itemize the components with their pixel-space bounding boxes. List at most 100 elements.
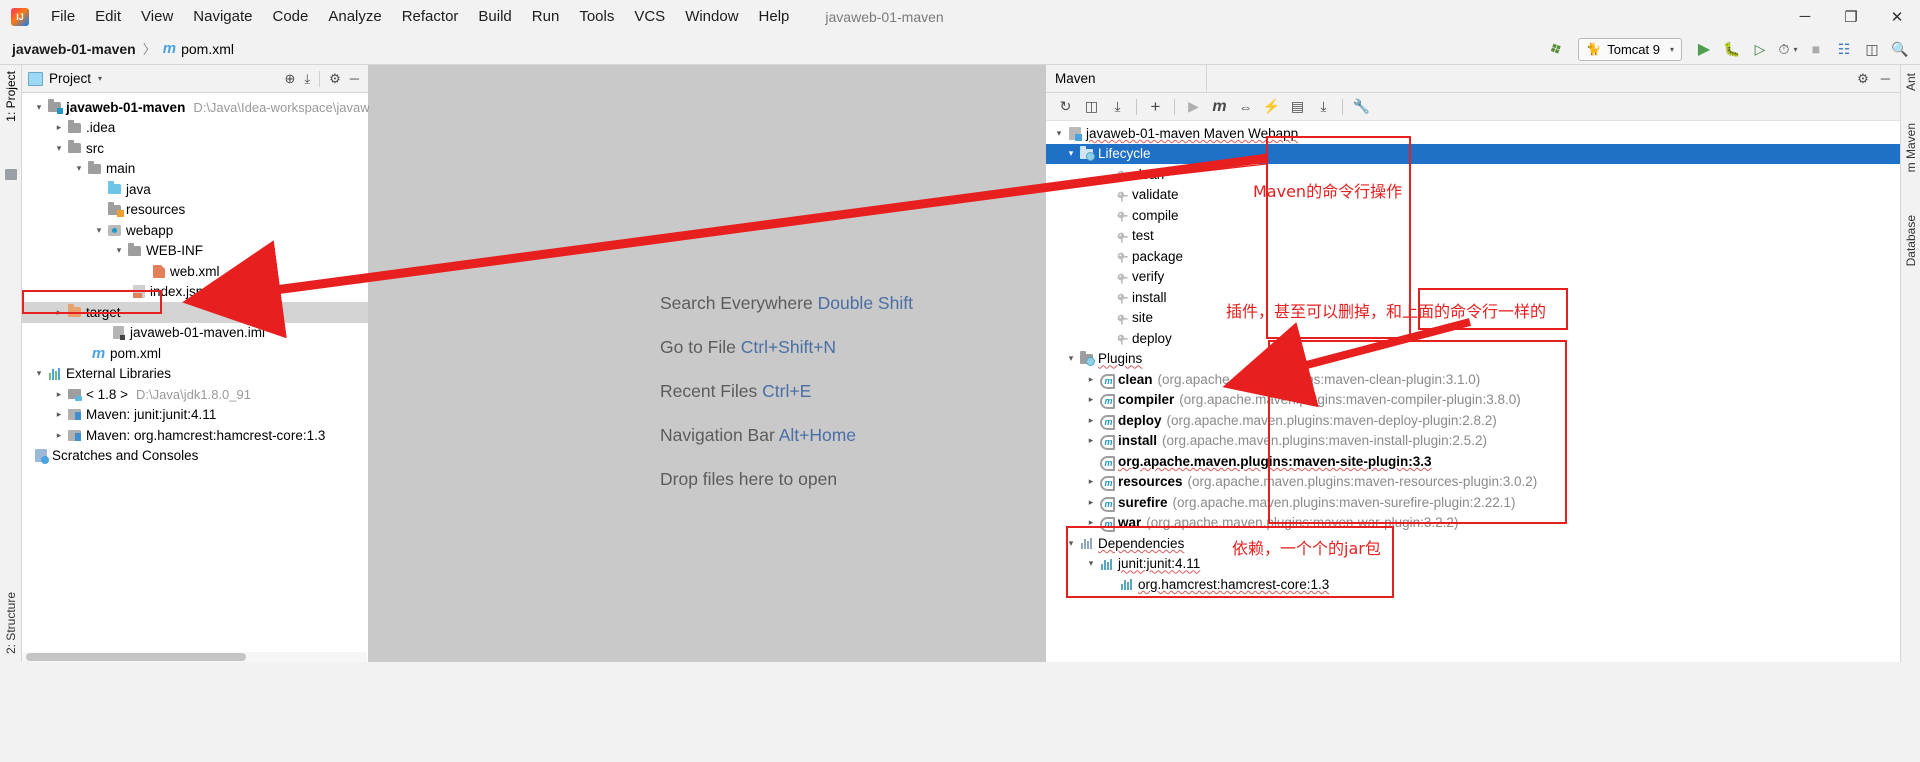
show-dependencies-icon[interactable]: ▤ [1286, 95, 1309, 118]
tree-row-web-inf[interactable]: WEB-INF [22, 241, 368, 262]
maven-plugin-compiler[interactable]: compiler (org.apache.maven.plugins:maven… [1046, 390, 1900, 411]
maven-goal-compile[interactable]: compile [1046, 205, 1900, 226]
chevron-icon[interactable] [52, 122, 66, 133]
tree-row-javaweb-01-maven[interactable]: javaweb-01-maven D:\Java\Idea-workspace\… [22, 97, 370, 118]
tree-row-target[interactable]: target [22, 302, 368, 323]
tree-row-main[interactable]: main [22, 159, 368, 180]
chevron-icon[interactable] [1084, 374, 1098, 385]
tool-tab-maven[interactable]: m Maven [1904, 123, 1918, 172]
chevron-icon[interactable] [1084, 476, 1098, 487]
maven-row-root[interactable]: javaweb-01-maven Maven Webapp [1046, 123, 1900, 144]
collapse-all-icon[interactable]: ⤓ [304, 71, 310, 87]
maven-plugin-clean[interactable]: clean (org.apache.maven.plugins:maven-cl… [1046, 369, 1900, 390]
chevron-icon[interactable] [52, 143, 66, 154]
menu-tools[interactable]: Tools [569, 5, 624, 28]
tool-tab-database[interactable]: Database [1904, 215, 1918, 266]
tree-row-pom-xml[interactable]: m pom.xml [22, 343, 368, 364]
run-with-coverage-icon[interactable]: ▷ [1748, 37, 1772, 61]
stop-icon[interactable]: ■ [1804, 37, 1828, 61]
tree-row-idea[interactable]: .idea [22, 118, 368, 139]
maven-goal-package[interactable]: package [1046, 246, 1900, 267]
chevron-icon[interactable] [1084, 394, 1098, 405]
minimize-button[interactable]: ─ [1782, 0, 1828, 33]
generate-sources-icon[interactable]: ◫ [1080, 95, 1103, 118]
chevron-icon[interactable] [52, 389, 66, 400]
tree-row-java[interactable]: java [22, 179, 368, 200]
chevron-icon[interactable] [52, 307, 66, 318]
menu-run[interactable]: Run [522, 5, 570, 28]
debug-icon[interactable]: 🐛 [1720, 37, 1744, 61]
chevron-icon[interactable] [52, 409, 66, 420]
tree-row-webapp[interactable]: webapp [22, 220, 368, 241]
tree-row-jdk[interactable]: < 1.8 > D:\Java\jdk1.8.0_91 [22, 384, 368, 405]
menu-code[interactable]: Code [262, 5, 318, 28]
execute-maven-goal-icon[interactable]: m [1208, 95, 1231, 118]
tree-row-maven-junit[interactable]: Maven: junit:junit:4.11 [22, 405, 368, 426]
add-maven-project-icon[interactable]: + [1144, 95, 1167, 118]
run-goal-icon[interactable]: ▶ [1182, 95, 1205, 118]
hide-panel-icon[interactable]: ─ [350, 71, 359, 86]
reimport-icon[interactable]: ↻ [1054, 95, 1077, 118]
tree-row-index-jsp[interactable]: index.jsp [22, 282, 368, 303]
tree-row-iml[interactable]: javaweb-01-maven.iml [22, 323, 368, 344]
chevron-icon[interactable] [1064, 353, 1078, 364]
menu-help[interactable]: Help [749, 5, 800, 28]
chevron-icon[interactable] [1084, 415, 1098, 426]
menu-build[interactable]: Build [468, 5, 521, 28]
maximize-button[interactable]: ❐ [1828, 0, 1874, 33]
collapse-all-icon[interactable]: ⤓ [1312, 95, 1335, 118]
settings-gear-icon[interactable]: ⚙ [319, 70, 341, 87]
locate-target-icon[interactable]: ⊕ [284, 71, 295, 87]
tree-row-src[interactable]: src [22, 138, 368, 159]
run-configuration-selector[interactable]: 🐈 Tomcat 9 ▾ [1578, 37, 1682, 61]
maven-dependency-hamcrest[interactable]: org.hamcrest:hamcrest-core:1.3 [1046, 574, 1900, 595]
download-sources-icon[interactable]: ⤓ [1106, 95, 1129, 118]
chevron-icon[interactable] [1064, 538, 1078, 549]
maven-row-dependencies[interactable]: Dependencies [1046, 533, 1900, 554]
chevron-icon[interactable] [1084, 497, 1098, 508]
chevron-icon[interactable] [1084, 517, 1098, 528]
maven-row-plugins[interactable]: Plugins [1046, 349, 1900, 370]
chevron-icon[interactable] [112, 245, 126, 256]
toggle-offline-icon[interactable]: ⚡ [1260, 95, 1283, 118]
tree-row-resources[interactable]: resources [22, 200, 368, 221]
maven-settings-icon[interactable]: 🔧 [1350, 95, 1373, 118]
chevron-icon[interactable] [92, 225, 106, 236]
chevron-icon[interactable] [52, 430, 66, 441]
tree-row-scratches[interactable]: Scratches and Consoles [22, 446, 368, 467]
breadcrumb-project[interactable]: javaweb-01-maven [12, 41, 136, 57]
chevron-icon[interactable] [1084, 558, 1098, 569]
maven-row-lifecycle[interactable]: Lifecycle [1046, 143, 1900, 164]
maven-goal-validate[interactable]: validate [1046, 185, 1900, 206]
tool-tab-ant[interactable]: Ant [1904, 73, 1918, 91]
menu-edit[interactable]: Edit [85, 5, 131, 28]
project-horizontal-scrollbar[interactable] [22, 652, 367, 662]
maven-goal-deploy[interactable]: deploy [1046, 328, 1900, 349]
menu-refactor[interactable]: Refactor [392, 5, 469, 28]
favorites-icon[interactable] [5, 169, 17, 180]
tree-row-maven-hamcrest[interactable]: Maven: org.hamcrest:hamcrest-core:1.3 [22, 425, 368, 446]
menu-window[interactable]: Window [675, 5, 748, 28]
chevron-icon[interactable] [72, 163, 86, 174]
maven-plugin-surefire[interactable]: surefire (org.apache.maven.plugins:maven… [1046, 492, 1900, 513]
tool-tab-structure[interactable]: 2: Structure [4, 592, 18, 654]
menu-view[interactable]: View [131, 5, 183, 28]
maven-plugin-resources[interactable]: resources (org.apache.maven.plugins:mave… [1046, 472, 1900, 493]
chevron-icon[interactable] [32, 102, 46, 113]
tree-row-external-libraries[interactable]: External Libraries [22, 364, 368, 385]
maven-plugin-war[interactable]: war (org.apache.maven.plugins:maven-war-… [1046, 513, 1900, 534]
maven-plugin-site[interactable]: org.apache.maven.plugins:maven-site-plug… [1046, 451, 1900, 472]
tool-tab-project[interactable]: 1: Project [4, 71, 18, 122]
menu-navigate[interactable]: Navigate [183, 5, 262, 28]
menu-analyze[interactable]: Analyze [318, 5, 391, 28]
chevron-icon[interactable] [1052, 128, 1066, 139]
chevron-icon[interactable] [32, 368, 46, 379]
maven-goal-test[interactable]: test [1046, 226, 1900, 247]
maven-dependency-junit[interactable]: junit:junit:4.11 [1046, 554, 1900, 575]
search-icon[interactable]: 🔍 [1888, 37, 1912, 61]
profiler-icon[interactable]: ⏱ ▾ [1776, 37, 1800, 61]
tree-row-web-xml[interactable]: web.xml [22, 261, 368, 282]
menu-vcs[interactable]: VCS [624, 5, 675, 28]
close-button[interactable]: ✕ [1874, 0, 1920, 33]
breadcrumb-file[interactable]: pom.xml [181, 41, 234, 57]
